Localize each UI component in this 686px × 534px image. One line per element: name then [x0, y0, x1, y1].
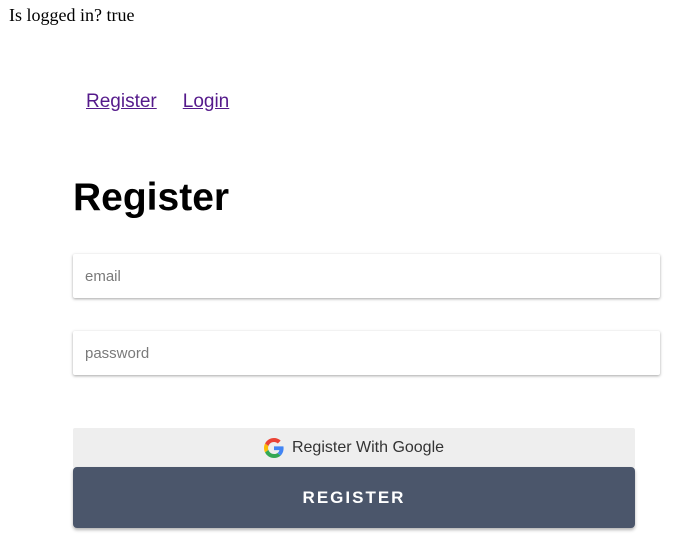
- password-field[interactable]: [73, 331, 660, 375]
- register-button[interactable]: REGISTER: [73, 467, 635, 528]
- google-g-icon: [263, 438, 284, 458]
- nav-link-login[interactable]: Login: [183, 90, 230, 114]
- top-nav: Register Login: [86, 90, 229, 114]
- register-with-google-button[interactable]: Register With Google: [73, 428, 635, 468]
- login-status-text: Is logged in? true: [9, 5, 135, 25]
- page-title: Register: [73, 176, 230, 219]
- google-button-label: Register With Google: [291, 439, 445, 456]
- nav-link-register[interactable]: Register: [86, 90, 157, 114]
- email-field[interactable]: [73, 254, 660, 298]
